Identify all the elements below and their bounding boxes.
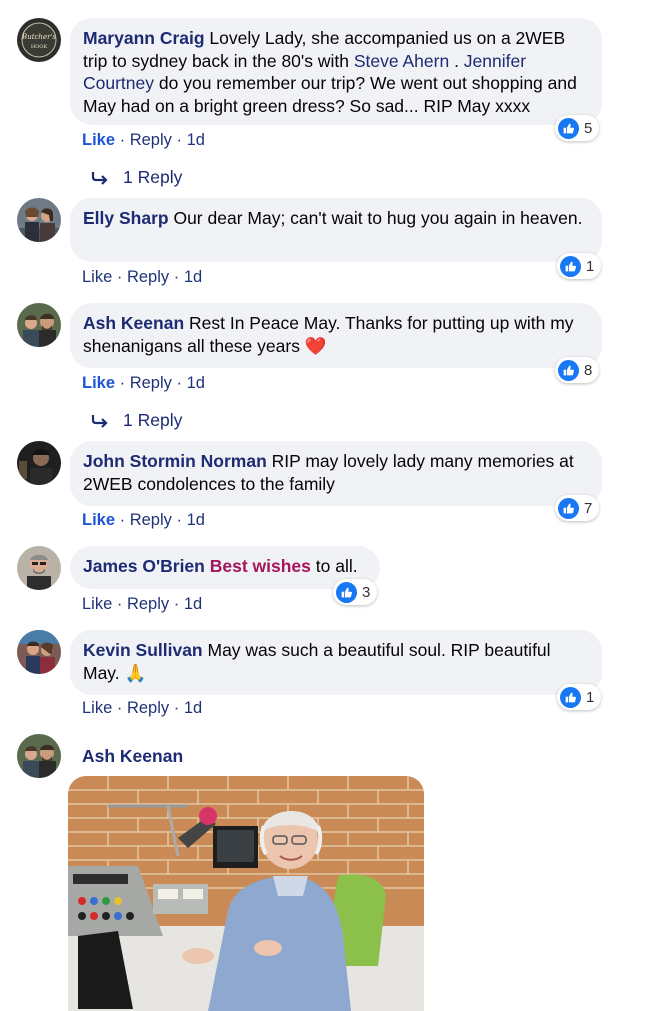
comment-bubble: Ash Keenan Rest In Peace May. Thanks for…	[70, 303, 602, 368]
reaction-number: 8	[584, 361, 593, 379]
comment-actions: Like · Reply · 1d	[82, 374, 205, 392]
like-button[interactable]: Like	[82, 595, 112, 613]
comment-actions: Like · Reply · 1d	[82, 131, 205, 149]
praying-hands-emoji: 🙏	[124, 662, 147, 683]
comment-actions: Like · Reply · 1d	[82, 595, 203, 613]
reply-arrow-icon	[91, 414, 108, 428]
comment-actions: Like · Reply · 1d	[82, 268, 203, 286]
reaction-count[interactable]: 1	[557, 684, 602, 710]
like-thumb-icon	[560, 686, 581, 708]
comment-bubble: John Stormin Norman RIP may lovely lady …	[70, 441, 602, 506]
like-button[interactable]: Like	[82, 511, 115, 529]
comment-actions: Like · Reply · 1d	[82, 511, 205, 529]
reaction-count[interactable]: 7	[555, 495, 600, 521]
reply-button[interactable]: Reply	[127, 595, 169, 613]
author-name[interactable]: Elly Sharp	[83, 208, 169, 228]
timestamp[interactable]: 1d	[187, 511, 205, 529]
reply-button[interactable]: Reply	[127, 699, 169, 717]
author-name[interactable]: Ash Keenan	[82, 746, 183, 767]
reply-button[interactable]: Reply	[130, 511, 172, 529]
attached-photo[interactable]	[68, 776, 424, 1011]
timestamp[interactable]: 1d	[184, 699, 202, 717]
like-button[interactable]: Like	[82, 131, 115, 149]
comment-bubble: Elly Sharp Our dear May; can't wait to h…	[70, 198, 602, 262]
reaction-number: 3	[362, 583, 371, 601]
like-button[interactable]: Like	[82, 699, 112, 717]
reaction-number: 1	[586, 257, 595, 275]
comment-bubble: Maryann Craig Lovely Lady, she accompani…	[70, 18, 602, 125]
avatar[interactable]	[17, 546, 61, 590]
avatar[interactable]	[17, 303, 61, 347]
timestamp[interactable]: 1d	[184, 595, 202, 613]
comment-text: do you remember our trip? We went out sh…	[83, 73, 577, 116]
view-replies-link[interactable]: 1 Reply	[90, 167, 182, 188]
avatar[interactable]	[17, 630, 61, 674]
reaction-number: 5	[584, 119, 593, 137]
like-thumb-icon	[558, 359, 579, 381]
comment-text: .	[449, 50, 464, 71]
avatar[interactable]	[17, 734, 61, 778]
reaction-count[interactable]: 8	[555, 357, 600, 383]
timestamp[interactable]: 1d	[187, 131, 205, 149]
view-replies-link[interactable]: 1 Reply	[90, 410, 182, 431]
mention-link[interactable]: Steve Ahern	[354, 51, 449, 71]
reaction-count[interactable]: 3	[333, 579, 378, 605]
like-button[interactable]: Like	[82, 374, 115, 392]
reply-arrow-icon	[91, 171, 108, 185]
comment-bubble: Kevin Sullivan May was such a beautiful …	[70, 630, 602, 695]
author-name[interactable]: John Stormin Norman	[83, 451, 267, 471]
comment-text: to all.	[310, 556, 358, 576]
avatar[interactable]: Butcher's HOOK	[17, 18, 61, 62]
author-name[interactable]: Maryann Craig	[83, 28, 205, 48]
reaction-count[interactable]: 5	[555, 115, 600, 141]
like-button[interactable]: Like	[82, 268, 112, 286]
svg-text:Butcher's: Butcher's	[21, 33, 56, 41]
comment-text: Our dear May; can't wait to hug you agai…	[168, 208, 583, 228]
highlighted-phrase[interactable]: Best wishes	[210, 556, 311, 576]
avatar[interactable]	[17, 198, 61, 242]
avatar[interactable]	[17, 441, 61, 485]
svg-text:HOOK: HOOK	[31, 44, 48, 50]
reply-button[interactable]: Reply	[130, 131, 172, 149]
like-thumb-icon	[560, 255, 581, 277]
reaction-count[interactable]: 1	[557, 253, 602, 279]
comment-actions: Like · Reply · 1d	[82, 699, 203, 717]
like-thumb-icon	[558, 497, 579, 519]
author-name[interactable]: James O'Brien	[83, 556, 205, 576]
comment-bubble: James O'Brien Best wishes to all.	[70, 546, 380, 589]
like-thumb-icon	[336, 581, 357, 603]
replies-count-label: 1 Reply	[123, 410, 183, 430]
reaction-number: 1	[586, 688, 595, 706]
timestamp[interactable]: 1d	[187, 374, 205, 392]
timestamp[interactable]: 1d	[184, 268, 202, 286]
heart-emoji: ❤️	[304, 335, 327, 356]
reply-button[interactable]: Reply	[127, 268, 169, 286]
reply-button[interactable]: Reply	[130, 374, 172, 392]
author-name[interactable]: Ash Keenan	[83, 313, 184, 333]
reaction-number: 7	[584, 499, 593, 517]
like-thumb-icon	[558, 117, 579, 139]
author-name[interactable]: Kevin Sullivan	[83, 640, 203, 660]
replies-count-label: 1 Reply	[123, 167, 183, 187]
